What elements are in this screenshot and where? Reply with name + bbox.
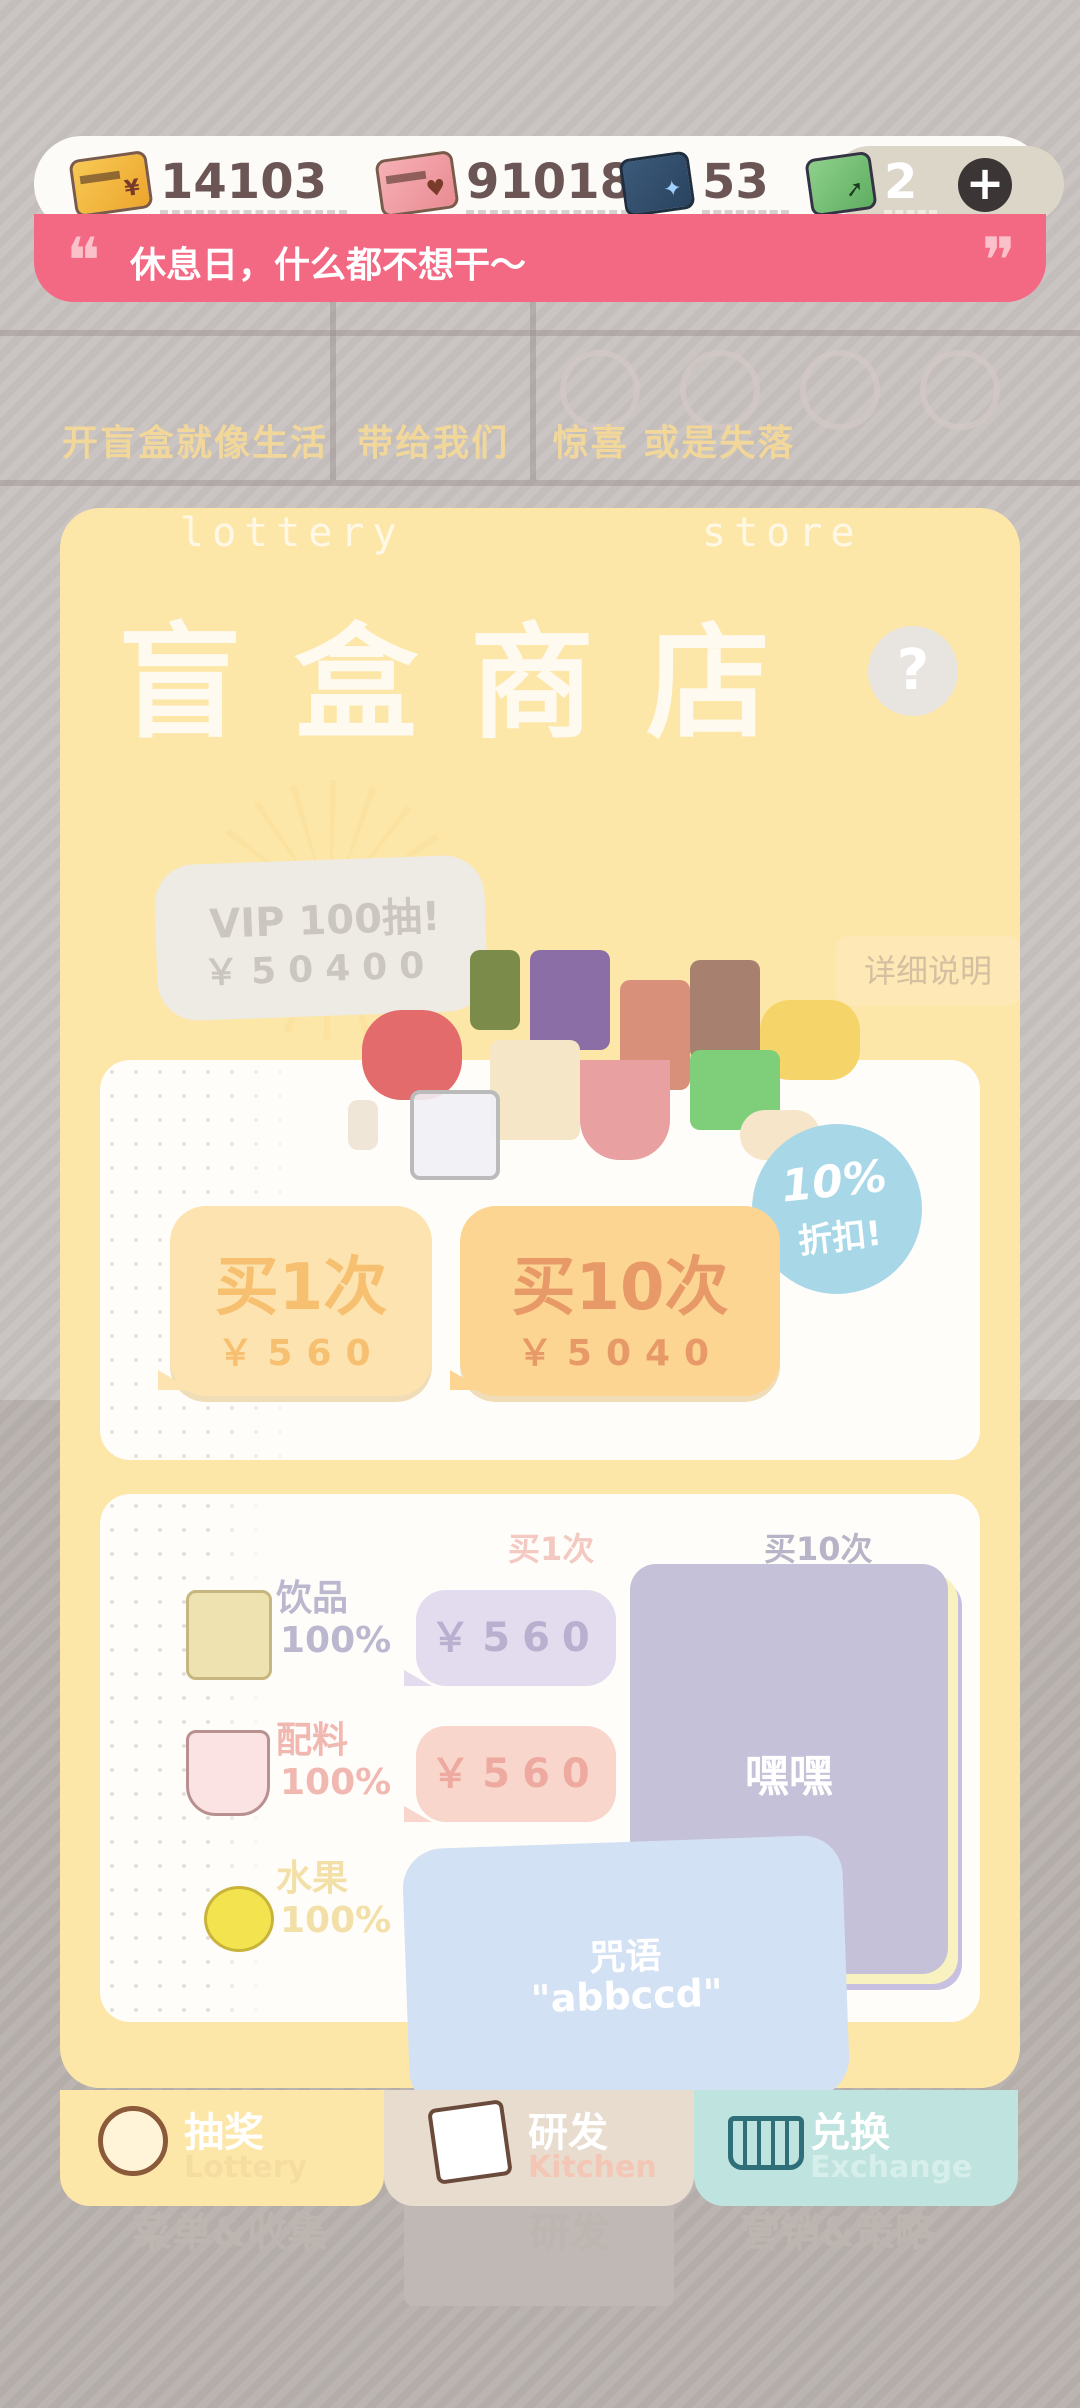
drink-icon	[186, 1590, 272, 1680]
bg-shelf-line	[0, 330, 1080, 336]
category-toppings-pct: 100%	[280, 1762, 392, 1803]
category-toppings: 配料 100%	[276, 1720, 391, 1804]
topping-jar-icon	[186, 1730, 270, 1816]
ghost-tab-marketing: 营销&策略	[740, 2210, 935, 2256]
buy-ten-price: ￥5040	[516, 1333, 724, 1374]
tab-lottery-sub: Lottery	[184, 2150, 308, 2185]
tab-kitchen[interactable]: 研发 Kitchen	[384, 2090, 694, 2206]
store-subtitle-left: lottery	[180, 510, 405, 556]
status-message-bar: ❝ 休息日，什么都不想干～ ❞	[34, 214, 1046, 302]
bg-decor-circle	[800, 350, 880, 430]
ghost-tab-kitchen: 研发	[530, 2210, 610, 2256]
category-toppings-name: 配料	[276, 1720, 349, 1761]
buy-ten-label: 买10次	[511, 1251, 729, 1325]
tab-exchange[interactable]: 兑换 Exchange	[694, 2090, 1018, 2206]
help-button[interactable]: ?	[868, 626, 958, 716]
bg-shelf-line	[0, 480, 1080, 486]
green-ticket-value: 2	[884, 154, 938, 214]
spell-card[interactable]: 咒语 "abbccd"	[401, 1834, 851, 2112]
vip-price: ￥50400	[202, 945, 437, 995]
bg-decor-circle	[920, 350, 1000, 430]
tab-exchange-sub: Exchange	[810, 2150, 973, 2185]
column-header-once: 买1次	[508, 1530, 595, 1568]
buy-once-label: 买1次	[214, 1251, 388, 1325]
category-fruit-name: 水果	[276, 1858, 349, 1899]
bubble-tail	[158, 1370, 192, 1390]
store-title: 盲盒商店	[118, 612, 823, 756]
tagline: 开盲盒就像生活 带给我们 惊喜 或是失落	[62, 423, 796, 464]
vip-100-draw-button[interactable]: VIP 100抽! ￥50400	[153, 854, 489, 1022]
store-subtitle-right: store	[702, 510, 863, 556]
drinks-buy-once-button[interactable]: ￥560	[416, 1590, 616, 1686]
status-message: 休息日，什么都不想干～	[130, 245, 527, 286]
gold-card-value: 14103	[160, 154, 347, 214]
bubble-tail	[450, 1370, 484, 1390]
blue-card-icon: ✦	[618, 150, 696, 218]
tab-lottery[interactable]: 抽奖 Lottery	[60, 2090, 384, 2206]
add-currency-button[interactable]: +	[958, 158, 1012, 212]
buy-ten-button[interactable]: 买10次 ￥5040	[460, 1206, 780, 1396]
buy-once-price: ￥560	[217, 1333, 385, 1374]
category-drinks-pct: 100%	[280, 1620, 392, 1661]
basket-icon	[728, 2116, 804, 2170]
close-quote-icon: ❞	[981, 225, 1016, 299]
pink-card-icon: ♥	[374, 149, 460, 219]
category-drinks: 饮品 100%	[276, 1578, 391, 1662]
tab-kitchen-sub: Kitchen	[528, 2150, 657, 2185]
toppings-buy-once-button[interactable]: ￥560	[416, 1726, 616, 1822]
details-button[interactable]: 详细说明	[836, 936, 1020, 1006]
green-ticket-icon: ➚	[804, 150, 878, 218]
bubble-tail	[404, 1806, 432, 1822]
category-fruit: 水果 100%	[276, 1858, 391, 1942]
category-fruit-pct: 100%	[280, 1900, 392, 1941]
lottery-wheel-icon	[98, 2106, 168, 2176]
ghost-tab-menu: 菜单&收集	[132, 2210, 327, 2256]
category-drinks-name: 饮品	[276, 1578, 349, 1619]
bubble-tail	[404, 1670, 432, 1686]
mystery-box-text: 嘿嘿	[745, 1751, 833, 1802]
buy-once-button[interactable]: 买1次 ￥560	[170, 1206, 432, 1396]
gold-card-icon: ¥	[68, 149, 154, 219]
open-quote-icon: ❝	[66, 225, 101, 299]
lemon-icon	[204, 1886, 274, 1952]
blue-card-value: 53	[702, 154, 789, 214]
recipe-book-icon	[427, 2099, 513, 2185]
